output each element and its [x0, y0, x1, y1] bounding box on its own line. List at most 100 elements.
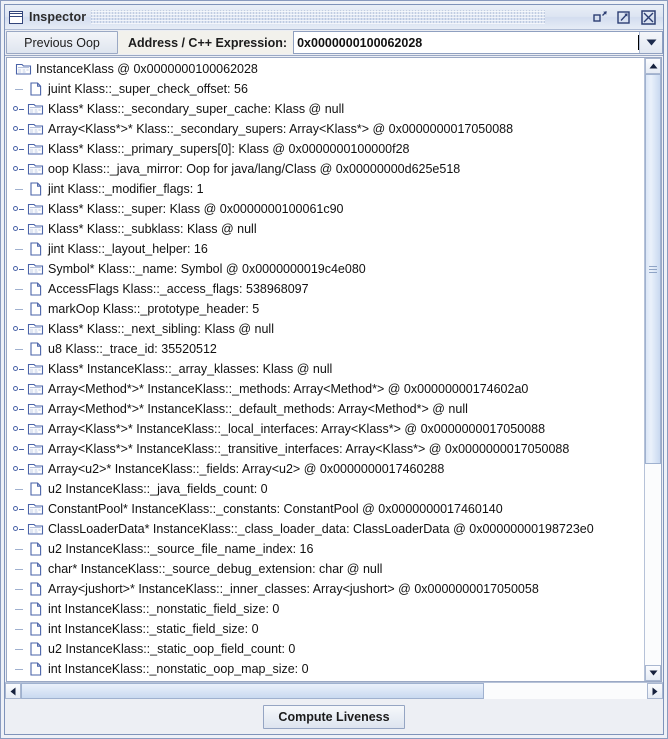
expand-handle-icon[interactable] — [11, 519, 27, 539]
tree-node-26[interactable]: int InstanceKlass::_nonstatic_field_size… — [7, 599, 644, 619]
scroll-right-button[interactable] — [647, 683, 663, 699]
expand-handle-icon[interactable] — [11, 399, 27, 419]
folder-node-icon — [27, 463, 44, 475]
leaf-connector-icon — [11, 179, 27, 199]
tree-node-1[interactable]: Klass* Klass::_secondary_super_cache: Kl… — [7, 99, 644, 119]
tree-node-28[interactable]: u2 InstanceKlass::_static_oop_field_coun… — [7, 639, 644, 659]
tree-node-label: int InstanceKlass::_nonstatic_oop_map_si… — [48, 662, 309, 676]
document-node-icon — [27, 301, 45, 317]
folder-node-icon — [27, 143, 44, 155]
folder-node-icon — [27, 323, 44, 335]
tree-node-6[interactable]: Klass* Klass::_super: Klass @ 0x00000001… — [7, 199, 644, 219]
tree-node-0[interactable]: juint Klass::_super_check_offset: 56 — [7, 79, 644, 99]
scroll-up-button[interactable] — [645, 58, 661, 74]
address-expression-label: Address / C++ Expression: — [118, 31, 294, 54]
document-node-icon — [30, 82, 42, 96]
tree-node-30[interactable]: bool InstanceKlass::_is_marked_dependent… — [7, 679, 644, 681]
tree-node-29[interactable]: int InstanceKlass::_nonstatic_oop_map_si… — [7, 659, 644, 679]
document-node-icon — [27, 241, 45, 257]
tree-node-9[interactable]: Symbol* Klass::_name: Symbol @ 0x0000000… — [7, 259, 644, 279]
tree-node-23[interactable]: u2 InstanceKlass::_source_file_name_inde… — [7, 539, 644, 559]
tree-node-18[interactable]: Array<Klass*>* InstanceKlass::_transitiv… — [7, 439, 644, 459]
folder-node-icon — [15, 61, 33, 77]
expand-handle-icon[interactable] — [11, 439, 27, 459]
expand-handle-icon[interactable] — [11, 319, 27, 339]
expand-handle-icon[interactable] — [11, 459, 27, 479]
tree-node-label: oop Klass::_java_mirror: Oop for java/la… — [48, 162, 461, 176]
horizontal-scroll-track[interactable] — [21, 683, 647, 699]
document-node-icon — [30, 662, 42, 676]
tree-node-8[interactable]: jint Klass::_layout_helper: 16 — [7, 239, 644, 259]
expand-handle-icon[interactable] — [11, 119, 27, 139]
tree-node-25[interactable]: Array<jushort>* InstanceKlass::_inner_cl… — [7, 579, 644, 599]
tree-node-3[interactable]: Klass* Klass::_primary_supers[0]: Klass … — [7, 139, 644, 159]
address-input[interactable] — [294, 32, 638, 53]
expand-handle-icon[interactable] — [11, 159, 27, 179]
expand-handle-icon[interactable] — [11, 419, 27, 439]
vertical-scroll-track[interactable] — [645, 74, 661, 665]
folder-node-icon — [27, 441, 45, 457]
tree-node-label: Klass* Klass::_next_sibling: Klass @ nul… — [48, 322, 274, 336]
folder-node-icon — [27, 443, 44, 455]
tree-node-24[interactable]: char* InstanceKlass::_source_debug_exten… — [7, 559, 644, 579]
tree-node-20[interactable]: u2 InstanceKlass::_java_fields_count: 0 — [7, 479, 644, 499]
expand-handle-icon[interactable] — [11, 259, 27, 279]
vertical-scrollbar[interactable] — [644, 58, 661, 681]
folder-node-icon — [27, 383, 44, 395]
maximize-button[interactable] — [616, 9, 633, 25]
expand-handle-icon[interactable] — [11, 359, 27, 379]
folder-node-icon — [15, 63, 32, 75]
folder-node-icon — [27, 461, 45, 477]
inspector-window: Inspector Previous Oop Address / C++ Exp… — [0, 0, 668, 739]
expand-handle-icon[interactable] — [11, 379, 27, 399]
document-node-icon — [30, 642, 42, 656]
tree-node-15[interactable]: Array<Method*>* InstanceKlass::_methods:… — [7, 379, 644, 399]
scroll-down-button[interactable] — [645, 665, 661, 681]
leaf-connector-icon — [11, 679, 27, 681]
window-icon — [9, 10, 23, 24]
compute-liveness-button[interactable]: Compute Liveness — [263, 705, 405, 729]
address-input-wrapper[interactable] — [293, 31, 663, 54]
tree-node-14[interactable]: Klass* InstanceKlass::_array_klasses: Kl… — [7, 359, 644, 379]
vertical-scroll-thumb[interactable] — [645, 74, 661, 465]
title-bar[interactable]: Inspector — [5, 5, 663, 30]
minimize-button[interactable] — [592, 9, 609, 25]
document-node-icon — [27, 661, 45, 677]
expand-handle-icon[interactable] — [11, 219, 27, 239]
address-history-dropdown-button[interactable] — [639, 32, 662, 53]
document-node-icon — [27, 341, 45, 357]
bottom-bar: Compute Liveness — [5, 699, 663, 734]
tree-node-label: AccessFlags Klass::_access_flags: 538968… — [48, 282, 309, 296]
expand-handle-icon[interactable] — [11, 139, 27, 159]
tree-node-4[interactable]: oop Klass::_java_mirror: Oop for java/la… — [7, 159, 644, 179]
tree-node-19[interactable]: Array<u2>* InstanceKlass::_fields: Array… — [7, 459, 644, 479]
tree-node-label: InstanceKlass @ 0x0000000100062028 — [36, 62, 258, 76]
document-node-icon — [30, 302, 42, 316]
scroll-left-button[interactable] — [5, 683, 21, 699]
horizontal-scrollbar[interactable] — [5, 682, 663, 699]
expand-handle-icon[interactable] — [11, 99, 27, 119]
horizontal-scroll-thumb[interactable] — [21, 683, 485, 699]
leaf-connector-icon — [11, 559, 27, 579]
expand-handle-icon[interactable] — [11, 499, 27, 519]
close-button[interactable] — [640, 9, 657, 25]
tree-node-11[interactable]: markOop Klass::_prototype_header: 5 — [7, 299, 644, 319]
previous-oop-button[interactable]: Previous Oop — [6, 31, 118, 54]
tree-node-22[interactable]: ClassLoaderData* InstanceKlass::_class_l… — [7, 519, 644, 539]
tree-node-17[interactable]: Array<Klass*>* InstanceKlass::_local_int… — [7, 419, 644, 439]
tree-viewport[interactable]: InstanceKlass @ 0x0000000100062028 juint … — [7, 58, 644, 681]
tree-node-16[interactable]: Array<Method*>* InstanceKlass::_default_… — [7, 399, 644, 419]
triangle-right-icon — [652, 687, 658, 695]
tree-node-7[interactable]: Klass* Klass::_subklass: Klass @ null — [7, 219, 644, 239]
tree-root-node[interactable]: InstanceKlass @ 0x0000000100062028 — [7, 59, 644, 79]
folder-node-icon — [27, 321, 45, 337]
tree-node-27[interactable]: int InstanceKlass::_static_field_size: 0 — [7, 619, 644, 639]
tree-node-10[interactable]: AccessFlags Klass::_access_flags: 538968… — [7, 279, 644, 299]
tree-node-21[interactable]: ConstantPool* InstanceKlass::_constants:… — [7, 499, 644, 519]
expand-handle-icon[interactable] — [11, 199, 27, 219]
tree-node-5[interactable]: jint Klass::_modifier_flags: 1 — [7, 179, 644, 199]
tree-node-12[interactable]: Klass* Klass::_next_sibling: Klass @ nul… — [7, 319, 644, 339]
triangle-down-icon — [649, 670, 657, 676]
tree-node-13[interactable]: u8 Klass::_trace_id: 35520512 — [7, 339, 644, 359]
tree-node-2[interactable]: Array<Klass*>* Klass::_secondary_supers:… — [7, 119, 644, 139]
